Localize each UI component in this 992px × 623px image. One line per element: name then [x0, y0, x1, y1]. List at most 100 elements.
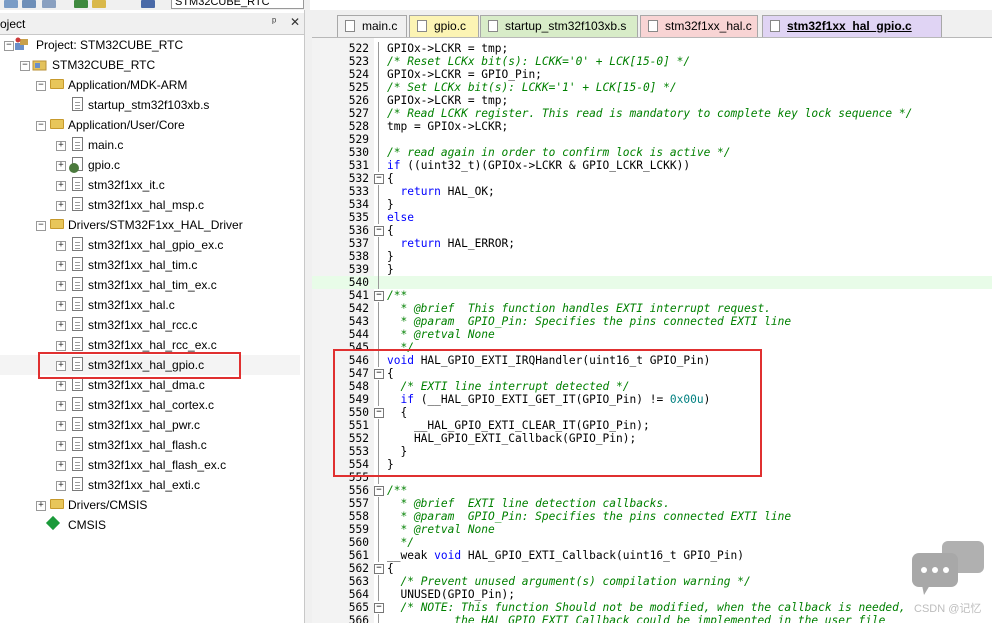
tree-item[interactable]: CMSIS	[0, 515, 300, 535]
tab-file[interactable]: stm32f1xx_hal_gpio.c	[762, 15, 942, 37]
target-select[interactable]: STM32CUBE_RTC	[171, 0, 304, 9]
code-line: 559 * @retval None	[312, 523, 992, 536]
line-number: 561	[348, 549, 369, 562]
batch-build-icon[interactable]	[42, 0, 56, 8]
panel-title: oject	[0, 17, 26, 31]
collapse-toggle-icon[interactable]: −	[4, 41, 14, 51]
expand-toggle-icon[interactable]: +	[56, 241, 66, 251]
tree-item[interactable]: + stm32f1xx_hal_tim_ex.c	[0, 275, 300, 295]
line-number: 522	[348, 42, 369, 55]
tab-file[interactable]: stm32f1xx_hal.c	[640, 15, 758, 37]
code-text: * @retval None	[387, 328, 494, 341]
tree-item[interactable]: + stm32f1xx_hal_msp.c	[0, 195, 300, 215]
expand-toggle-icon[interactable]: +	[56, 481, 66, 491]
code-line: 543 * @param GPIO_Pin: Specifies the pin…	[312, 315, 992, 328]
code-text: /* read again in order to confirm lock i…	[387, 146, 731, 159]
collapse-toggle-icon[interactable]: −	[36, 81, 46, 91]
tree-item[interactable]: + stm32f1xx_hal_flash_ex.c	[0, 455, 300, 475]
tree-item[interactable]: − Application/User/Core	[0, 115, 300, 135]
expand-toggle-icon[interactable]: +	[56, 141, 66, 151]
file-icon	[72, 397, 83, 411]
tree-item-label: stm32f1xx_hal_gpio_ex.c	[88, 238, 224, 252]
tree-item[interactable]: + gpio.c	[0, 155, 300, 175]
collapse-toggle-icon[interactable]: −	[20, 61, 30, 71]
fold-toggle-icon[interactable]: −	[374, 486, 384, 496]
expand-toggle-icon[interactable]: +	[56, 161, 66, 171]
tree-item[interactable]: + Drivers/CMSIS	[0, 495, 300, 515]
code-text: * @param GPIO_Pin: Specifies the pins co…	[387, 315, 791, 328]
expand-toggle-icon[interactable]: +	[56, 321, 66, 331]
project-panel: oject ᵖ ✕ − Project: STM32CUBE_RTC − STM32C…	[0, 10, 304, 623]
tree-item-label: stm32f1xx_hal_pwr.c	[88, 418, 201, 432]
tree-item[interactable]: + stm32f1xx_hal_flash.c	[0, 435, 300, 455]
fold-guide	[378, 510, 379, 523]
tree-item[interactable]: − Project: STM32CUBE_RTC	[0, 35, 300, 55]
tree-item[interactable]: + stm32f1xx_hal_pwr.c	[0, 415, 300, 435]
code-text: UNUSED(GPIO_Pin);	[387, 588, 515, 601]
expand-toggle-icon[interactable]: +	[56, 261, 66, 271]
tree-item[interactable]: + stm32f1xx_hal.c	[0, 295, 300, 315]
file-icon	[648, 20, 658, 32]
tree-item[interactable]: − STM32CUBE_RTC	[0, 55, 300, 75]
tree-item[interactable]: − Application/MDK-ARM	[0, 75, 300, 95]
code-token: return	[400, 237, 441, 250]
rebuild-icon[interactable]	[22, 0, 36, 8]
expand-toggle-icon[interactable]: +	[56, 401, 66, 411]
fold-guide	[378, 68, 379, 81]
tree-item[interactable]: + main.c	[0, 135, 300, 155]
tree-item[interactable]: + stm32f1xx_hal_rcc.c	[0, 315, 300, 335]
fold-guide	[378, 107, 379, 120]
code-text: GPIOx->LCKR = tmp;	[387, 94, 508, 107]
close-icon[interactable]: ✕	[290, 15, 300, 29]
fold-toggle-icon[interactable]: −	[374, 291, 384, 301]
expand-toggle-icon[interactable]: +	[56, 301, 66, 311]
tree-item[interactable]: + stm32f1xx_hal_exti.c	[0, 475, 300, 495]
tab-file[interactable]: main.c	[337, 15, 407, 37]
expand-toggle-icon[interactable]: +	[56, 461, 66, 471]
tab-file[interactable]: startup_stm32f103xb.s	[480, 15, 638, 37]
tree-item-label: CMSIS	[68, 518, 107, 532]
tree-item[interactable]: startup_stm32f103xb.s	[0, 95, 300, 115]
code-text: /* NOTE: This function Should not be mod…	[387, 601, 905, 614]
build-icon[interactable]	[4, 0, 18, 8]
expand-toggle-icon[interactable]: +	[56, 281, 66, 291]
expand-toggle-icon[interactable]: +	[36, 501, 46, 511]
collapse-toggle-icon[interactable]: −	[36, 121, 46, 131]
code-line: 541−/**	[312, 289, 992, 302]
code-line: 523 /* Reset LCKx bit(s): LCKK='0' + LCK[…	[312, 55, 992, 68]
load-icon[interactable]	[74, 0, 88, 8]
tab-file[interactable]: gpio.c	[409, 15, 479, 37]
line-number: 532	[348, 172, 369, 185]
code-editor[interactable]: 522 GPIOx->LCKR = tmp; 523 /* Reset LCKx bi…	[312, 38, 992, 623]
expand-toggle-icon[interactable]: +	[56, 181, 66, 191]
code-token: * @brief EXTI line detection callbacks.	[387, 497, 670, 510]
fold-toggle-icon[interactable]: −	[374, 174, 384, 184]
tree-item[interactable]: − Drivers/STM32F1xx_HAL_Driver	[0, 215, 300, 235]
manage-icon[interactable]	[141, 0, 155, 8]
line-number: 557	[348, 497, 369, 510]
tree-item[interactable]: + stm32f1xx_hal_tim.c	[0, 255, 300, 275]
fold-toggle-icon[interactable]: −	[374, 603, 384, 613]
pin-icon[interactable]: ᵖ	[272, 16, 276, 28]
collapse-toggle-icon[interactable]: −	[36, 221, 46, 231]
expand-toggle-icon[interactable]: +	[56, 341, 66, 351]
tree-item-label: stm32f1xx_hal.c	[88, 298, 175, 312]
tree-item[interactable]: + stm32f1xx_it.c	[0, 175, 300, 195]
options-icon[interactable]	[92, 0, 106, 8]
expand-toggle-icon[interactable]: +	[56, 441, 66, 451]
expand-toggle-icon[interactable]: +	[56, 421, 66, 431]
tree-item[interactable]: + stm32f1xx_hal_cortex.c	[0, 395, 300, 415]
fold-toggle-icon[interactable]: −	[374, 226, 384, 236]
expand-toggle-icon[interactable]: +	[56, 381, 66, 391]
tab-label: main.c	[362, 19, 398, 33]
code-token: * @param GPIO_Pin: Specifies the pins co…	[387, 315, 792, 328]
fold-toggle-icon[interactable]: −	[374, 564, 384, 574]
code-text: the HAL_GPIO_EXTI_Callback could be impl…	[387, 614, 885, 623]
code-line: 534}	[312, 198, 992, 211]
fold-guide	[378, 55, 379, 68]
panel-splitter[interactable]	[304, 10, 312, 623]
expand-toggle-icon[interactable]: +	[56, 201, 66, 211]
tree-item[interactable]: + stm32f1xx_hal_gpio_ex.c	[0, 235, 300, 255]
file-icon	[72, 197, 83, 211]
